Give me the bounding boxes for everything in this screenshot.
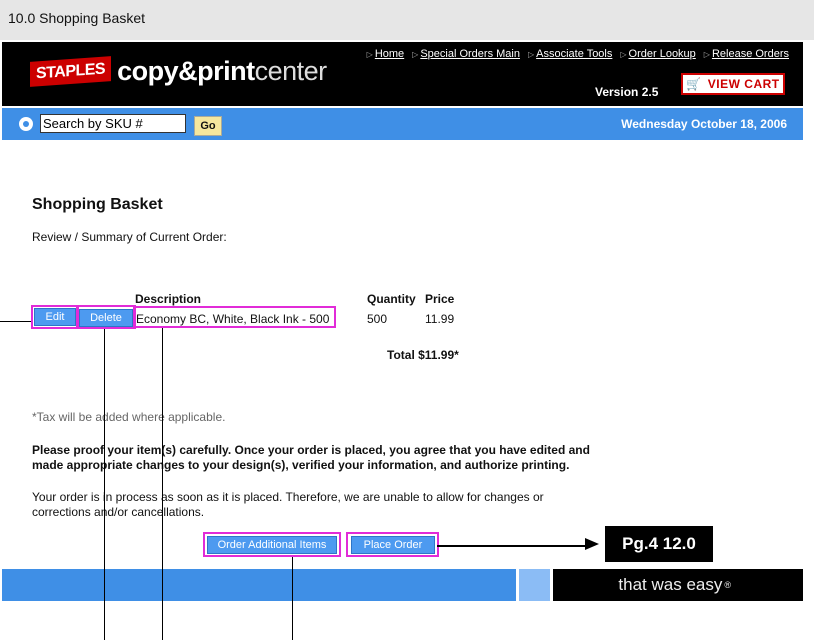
nav-item-special-orders: ▷ Special Orders Main xyxy=(412,48,520,60)
cart-icon: 🛒 xyxy=(686,77,702,91)
top-nav-links: ▷ Home ▷ Special Orders Main ▷ Associate To… xyxy=(367,48,789,60)
tax-note: *Tax will be added where applicable. xyxy=(32,410,226,424)
view-cart-button[interactable]: 🛒 VIEW CART xyxy=(681,73,785,95)
nav-item-home: ▷ Home xyxy=(367,48,405,60)
column-header-description: Description xyxy=(135,292,202,306)
brand-logo: STAPLES copy&printcenter xyxy=(30,56,327,87)
triangle-right-icon: ▷ xyxy=(366,50,373,59)
nav-link-order-lookup[interactable]: Order Lookup xyxy=(629,48,696,60)
footer-tagline: that was easy xyxy=(618,575,723,594)
triangle-right-icon: ▷ xyxy=(620,50,627,59)
footer-bar-light xyxy=(519,569,550,601)
nav-link-special-orders[interactable]: Special Orders Main xyxy=(420,48,520,60)
version-label: Version 2.5 xyxy=(595,85,659,99)
brand-name: copy&printcenter xyxy=(117,56,327,87)
staples-badge: STAPLES xyxy=(30,56,112,87)
footer-bar-blue xyxy=(2,569,516,601)
annotation-line-order-additional xyxy=(292,557,293,640)
brand-name-light: center xyxy=(254,56,328,86)
doc-section-title: 10.0 Shopping Basket xyxy=(8,10,145,26)
proof-warning: Please proof your item(s) carefully. Onc… xyxy=(32,443,590,472)
footer-tagline-bar: that was easy ® xyxy=(553,569,803,601)
highlight-place-order xyxy=(346,532,439,557)
view-cart-label: VIEW CART xyxy=(707,77,780,91)
annotation-line-delete xyxy=(104,329,105,640)
nav-item-associate-tools: ▷ Associate Tools xyxy=(528,48,612,60)
search-icon xyxy=(19,117,33,131)
nav-link-release-orders[interactable]: Release Orders xyxy=(712,48,789,60)
annotation-line-place-order xyxy=(437,545,587,547)
item-quantity: 500 xyxy=(367,312,388,326)
column-header-price: Price xyxy=(425,292,455,306)
triangle-right-icon: ▷ xyxy=(527,50,535,59)
nav-item-order-lookup: ▷ Order Lookup xyxy=(620,48,695,60)
process-note: Your order is in process as soon as it i… xyxy=(32,490,544,519)
nav-link-home[interactable]: Home xyxy=(375,48,404,60)
item-price: 11.99 xyxy=(425,312,455,326)
highlight-order-additional xyxy=(203,532,341,557)
current-date: Wednesday October 18, 2006 xyxy=(621,117,787,131)
page-title: Shopping Basket xyxy=(32,196,163,213)
search-bar: Go Wednesday October 18, 2006 xyxy=(2,108,803,140)
order-total: Total $11.99* xyxy=(387,348,459,362)
arrow-right-icon xyxy=(585,538,599,550)
brand-name-bold: copy&print xyxy=(117,56,255,86)
highlight-delete xyxy=(76,305,136,329)
annotation-line-description xyxy=(162,328,163,640)
triangle-right-icon: ▷ xyxy=(703,50,710,59)
triangle-right-icon: ▷ xyxy=(412,50,419,59)
page-reference-callout: Pg.4 12.0 xyxy=(605,526,713,562)
highlight-description xyxy=(133,306,336,328)
column-header-quantity: Quantity xyxy=(367,292,416,306)
nav-item-release-orders: ▷ Release Orders xyxy=(704,48,789,60)
sku-search-input[interactable] xyxy=(40,114,186,133)
top-header: STAPLES copy&printcenter ▷ Home ▷ Special … xyxy=(2,42,803,106)
review-subtitle: Review / Summary of Current Order: xyxy=(32,230,227,244)
nav-link-associate-tools[interactable]: Associate Tools xyxy=(536,48,612,60)
registered-icon: ® xyxy=(724,580,731,590)
highlight-edit xyxy=(31,305,79,329)
doc-section-header: 10.0 Shopping Basket xyxy=(0,0,814,40)
go-button[interactable]: Go xyxy=(194,116,222,136)
annotation-line-edit xyxy=(0,321,31,322)
